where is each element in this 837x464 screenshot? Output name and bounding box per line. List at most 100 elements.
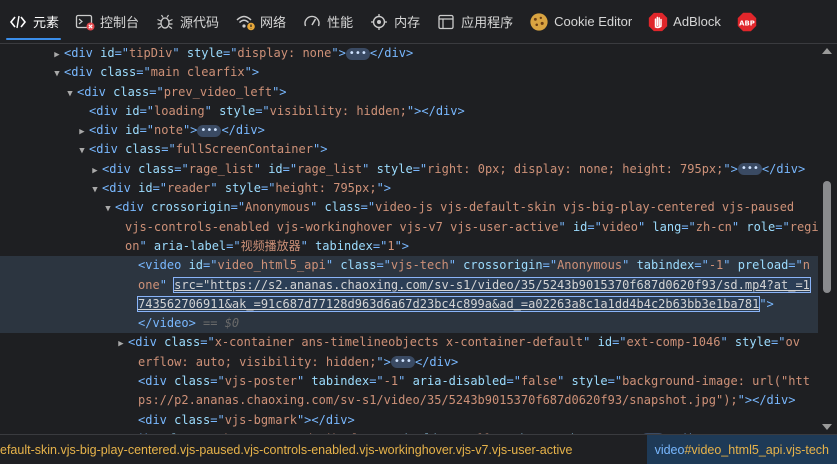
attribute-name: id (138, 181, 153, 196)
tag-token: =" (230, 200, 246, 215)
attribute-value: reader (167, 181, 211, 196)
attribute-value: on (125, 238, 140, 253)
attribute-name: id (125, 103, 140, 118)
dom-node-line[interactable]: ▼ <div class="prev_video_left"> (0, 83, 818, 102)
attribute-name: class (340, 258, 377, 273)
breadcrumb-current[interactable]: video#video_html5_api.vjs-tech (646, 435, 837, 464)
tag-token: <div (128, 335, 165, 350)
tag-token: =" (372, 238, 388, 253)
attribute-value: vjs-controls-enabled vjs-workinghover vj… (125, 219, 559, 234)
tab-adblock-hand[interactable]: AdBlock (640, 0, 729, 43)
tag-token: <div (64, 46, 101, 60)
dom-node-line[interactable]: erflow: auto; visibility: hidden;"> ••• </… (0, 353, 818, 372)
tag-token: =" (114, 46, 130, 60)
dom-node-line[interactable]: ps://p2.ananas.chaoxing.com/sv-s1/video/… (0, 391, 818, 410)
scrollbar-thumb[interactable] (823, 181, 831, 293)
collapsed-children-ellipsis[interactable]: ••• (197, 124, 222, 137)
dom-tree-scrollbar[interactable] (818, 44, 837, 434)
attribute-name: class (164, 335, 201, 350)
attribute-value: fullScreenContainer (175, 142, 313, 157)
tag-token: " (557, 374, 572, 389)
attribute-value: -1 (383, 374, 399, 389)
collapsed-children-ellipsis[interactable]: ••• (390, 356, 415, 369)
tab-console[interactable]: 控制台 (67, 0, 147, 43)
app-window-icon (436, 12, 456, 32)
breadcrumb-ancestor-label: efault-skin.vjs-big-play-centered.vjs-pa… (0, 442, 573, 457)
tag-token: " (362, 161, 377, 176)
tab-elements[interactable]: 元素 (0, 0, 67, 43)
wifi-icon (235, 12, 255, 32)
tag-token: " (448, 258, 464, 273)
dom-node-line[interactable]: </video> == $0 (0, 314, 818, 334)
attribute-value: height: 795px; (275, 181, 377, 196)
tag-token: =" (200, 335, 215, 350)
tag-token: "> (759, 296, 774, 311)
tag-token: </div> (414, 354, 459, 369)
dom-node-line[interactable]: on" aria-label="视频播放器" tabindex="1"> (0, 237, 818, 256)
tag-token: =" (771, 335, 786, 350)
tag-token: =" (255, 103, 270, 118)
collapsed-children-ellipsis[interactable]: ••• (737, 163, 762, 176)
dom-node-line[interactable]: <video id="video_html5_api" class="vjs-t… (0, 256, 818, 276)
tag-token: =" (226, 238, 241, 253)
dom-node-line[interactable]: <div id="loading" style="visibility: hid… (0, 102, 818, 121)
dom-node-line[interactable]: ▼ <div class="main clearfix"> (0, 63, 818, 82)
dom-node-line[interactable]: <div class="vjs-bgmark"></div> (0, 411, 818, 430)
tag-token: "></div> (406, 103, 465, 118)
dom-node-line[interactable]: ▶ <div class="x-container ans-timelineobj… (0, 333, 818, 352)
tag-token: =" (506, 374, 521, 389)
tag-token: "> (272, 84, 287, 99)
dom-node-line[interactable]: ▶ <div class="rage_list" id="rage_list" s… (0, 160, 818, 179)
scroll-up-icon[interactable] (822, 48, 832, 54)
scroll-down-icon[interactable] (822, 424, 832, 430)
tag-token: </div> (369, 46, 414, 60)
tag-token: =" (222, 46, 238, 60)
attribute-name: id (100, 46, 115, 60)
tag-token: =" (139, 103, 155, 118)
dom-node-line[interactable]: <div class="vjs-poster" tabindex="-1" ar… (0, 372, 818, 391)
tab-cookie[interactable]: Cookie Editor (521, 0, 640, 43)
breadcrumb-ancestor[interactable]: efault-skin.vjs-big-play-centered.vjs-pa… (0, 443, 647, 457)
attribute-value: right: 0px; display: none; height: 795px… (427, 161, 724, 176)
dom-node-line[interactable]: ▼ <div crossorigin="Anonymous" class="vid… (0, 198, 818, 217)
dom-node-line[interactable]: ▶ <div id="note"> ••• </div> (0, 121, 818, 140)
attribute-value: false (520, 374, 558, 389)
dom-node-line[interactable]: ▶ <div id="tipDiv" style="display: none">… (0, 44, 818, 63)
tab-abp[interactable]: ABPABP (729, 0, 770, 43)
tag-token: =" (260, 181, 276, 196)
gauge-icon (302, 12, 322, 32)
tab-bug[interactable]: 源代码 (147, 0, 227, 43)
tag-token: =" (360, 200, 376, 215)
attribute-value: video-js vjs-default-skin vjs-big-play-c… (375, 200, 795, 215)
tag-token: " (310, 200, 325, 215)
attribute-value: tipDiv (129, 46, 173, 60)
tag-token: =" (775, 219, 790, 234)
attribute-value: vjs-bgmark (224, 412, 297, 427)
tab-app-window[interactable]: 应用程序 (428, 0, 521, 43)
dom-node-line[interactable]: ▼ <div id="reader" style="height: 795px;"… (0, 179, 818, 198)
tag-token: "> (312, 142, 328, 157)
tag-token: =" (694, 258, 709, 273)
dom-node-line[interactable]: vjs-controls-enabled vjs-workinghover vj… (0, 218, 818, 237)
attribute-name: class (324, 200, 361, 215)
cookie-icon (529, 12, 549, 32)
attribute-name: preload (737, 258, 789, 273)
dom-node-line[interactable]: ▼ <div class="fullScreenContainer"> (0, 140, 818, 159)
attribute-value: rage_list (297, 161, 363, 176)
attribute-value: one (138, 277, 160, 292)
dom-node-line[interactable]: 743562706911&ak_=91c687d77128d963d6a67d2… (0, 294, 818, 315)
tab-label: 内存 (394, 16, 421, 31)
collapsed-children-ellipsis[interactable]: ••• (345, 47, 370, 60)
attribute-value: background-image: url("htt (622, 374, 810, 389)
tag-token: </div> (761, 161, 806, 176)
dom-node-line[interactable]: one" src="https://s2.ananas.chaoxing.com… (0, 275, 818, 295)
tab-chip[interactable]: 内存 (361, 0, 428, 43)
tag-token: "></div> (296, 412, 355, 427)
src-attribute-selected[interactable]: src="https://s2.ananas.chaoxing.com/sv-s… (173, 276, 811, 293)
tag-token: =" (174, 161, 189, 176)
tab-gauge[interactable]: 性能 (294, 0, 361, 43)
tag-token: <div (89, 142, 126, 157)
src-attribute-selected[interactable]: 743562706911&ak_=91c687d77128d963d6a67d2… (136, 295, 761, 312)
tag-token: =" (542, 258, 558, 273)
tab-wifi[interactable]: 网络 (227, 0, 294, 43)
